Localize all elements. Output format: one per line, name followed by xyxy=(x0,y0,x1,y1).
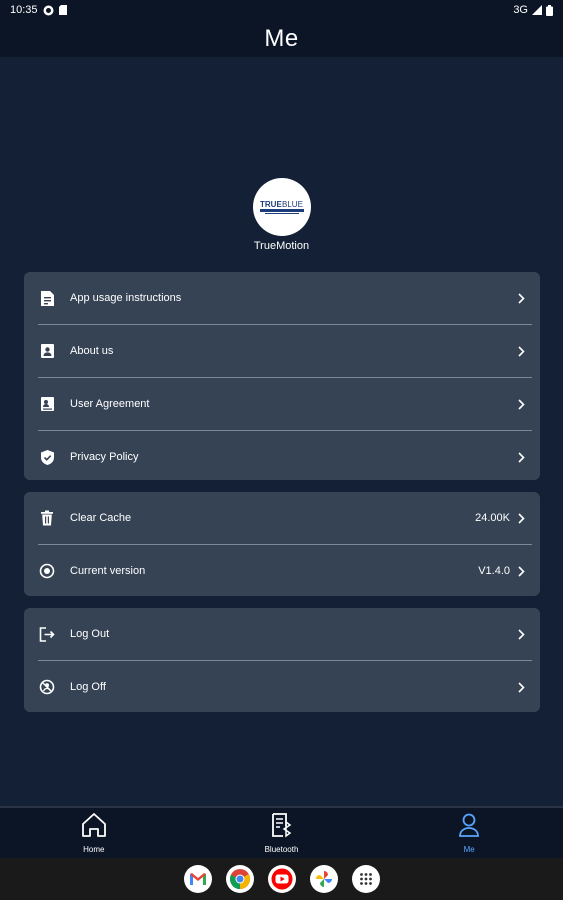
row-user-agreement[interactable]: User Agreement xyxy=(24,378,540,430)
row-label: User Agreement xyxy=(70,398,150,410)
nav-label: Me xyxy=(463,845,475,854)
row-about-us[interactable]: About us xyxy=(24,325,540,377)
nav-bluetooth[interactable]: Bluetooth xyxy=(188,808,376,858)
chevron-right-icon xyxy=(516,628,526,640)
row-current-version[interactable]: Current version V1.4.0 xyxy=(24,545,540,597)
profile-name: TrueMotion xyxy=(253,240,310,252)
trash-icon xyxy=(38,509,56,527)
status-bar: 10:35 3G xyxy=(0,0,563,20)
chevron-right-icon xyxy=(516,292,526,304)
contact-card-icon xyxy=(38,342,56,360)
row-log-out[interactable]: Log Out xyxy=(24,608,540,660)
app-header: Me xyxy=(0,20,563,57)
gmail-icon[interactable] xyxy=(183,865,212,893)
settings-group-info: App usage instructions About us User Agr… xyxy=(24,272,540,480)
row-privacy-policy[interactable]: Privacy Policy xyxy=(24,431,540,483)
chevron-right-icon xyxy=(516,681,526,693)
chevron-right-icon xyxy=(516,398,526,410)
system-dock xyxy=(0,858,563,900)
signal-icon xyxy=(532,5,542,15)
row-label: Clear Cache xyxy=(70,512,132,524)
row-label: Privacy Policy xyxy=(70,451,139,463)
battery-icon xyxy=(546,4,553,16)
row-label: Log Out xyxy=(70,628,110,640)
chevron-right-icon xyxy=(516,512,526,524)
nav-home[interactable]: Home xyxy=(0,808,188,858)
document-icon xyxy=(38,289,56,307)
nav-label: Home xyxy=(83,845,105,854)
row-app-usage-instructions[interactable]: App usage instructions xyxy=(24,272,540,324)
row-log-off[interactable]: Log Off xyxy=(24,661,540,713)
chevron-right-icon xyxy=(516,451,526,463)
nav-me[interactable]: Me xyxy=(375,808,563,858)
sim-card-icon xyxy=(58,5,67,15)
row-label: About us xyxy=(70,345,114,357)
status-time: 10:35 xyxy=(10,4,38,16)
chevron-right-icon xyxy=(516,565,526,577)
svg-text:TRUE: TRUE xyxy=(260,200,282,209)
photos-icon[interactable] xyxy=(309,865,338,893)
page-title: Me xyxy=(264,24,299,52)
logout-icon xyxy=(38,625,56,643)
version-icon xyxy=(38,562,56,580)
row-label: App usage instructions xyxy=(70,292,182,304)
settings-group-account: Log Out Log Off xyxy=(24,608,540,712)
version-value: V1.4.0 xyxy=(478,565,510,577)
bottom-navigation: Home Bluetooth Me xyxy=(0,806,563,858)
home-icon xyxy=(80,812,108,843)
avatar[interactable]: TRUE BLUE xyxy=(253,178,311,236)
chevron-right-icon xyxy=(516,345,526,357)
bluetooth-doc-icon xyxy=(268,812,296,843)
youtube-icon[interactable] xyxy=(267,865,296,893)
settings-group-app: Clear Cache 24.00K Current version V1.4.… xyxy=(24,492,540,596)
nav-label: Bluetooth xyxy=(264,845,299,854)
row-label: Log Off xyxy=(70,681,106,693)
account-cancel-icon xyxy=(38,678,56,696)
network-type: 3G xyxy=(513,4,528,16)
app-drawer-icon[interactable] xyxy=(351,865,380,893)
notification-dot-icon xyxy=(43,5,54,16)
shield-check-icon xyxy=(38,448,56,466)
person-icon xyxy=(455,812,483,843)
brand-logo: TRUE BLUE xyxy=(260,200,304,214)
row-clear-cache[interactable]: Clear Cache 24.00K xyxy=(24,492,540,544)
row-label: Current version xyxy=(70,565,146,577)
chrome-icon[interactable] xyxy=(225,865,254,893)
agreement-icon xyxy=(38,395,56,413)
svg-text:BLUE: BLUE xyxy=(282,200,303,209)
cache-size: 24.00K xyxy=(475,512,510,524)
